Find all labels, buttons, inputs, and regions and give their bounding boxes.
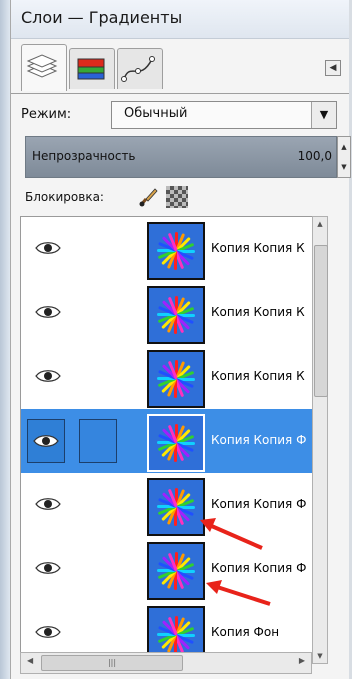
- lock-label: Блокировка:: [25, 190, 104, 204]
- tabs-divider: [11, 93, 349, 94]
- layer-name: Копия Копия К: [211, 241, 305, 255]
- mode-row: Режим: Обычный ▼: [11, 98, 349, 132]
- mode-value: Обычный: [124, 106, 188, 121]
- layer-thumbnail[interactable]: [147, 414, 205, 472]
- spin-down-icon[interactable]: ▼: [338, 157, 350, 177]
- eye-icon[interactable]: [35, 559, 61, 577]
- layer-row[interactable]: Копия Копия Ф: [21, 537, 325, 601]
- mode-label: Режим:: [21, 107, 72, 122]
- title-bar: Слои — Градиенты: [11, 0, 349, 39]
- vertical-scrollbar[interactable]: ▲ ▼: [312, 216, 328, 664]
- scroll-up-icon[interactable]: ▲: [313, 217, 327, 231]
- tab-channels[interactable]: [69, 48, 115, 89]
- eye-icon[interactable]: [35, 367, 61, 385]
- layer-row[interactable]: Копия Копия К: [21, 217, 325, 281]
- layer-thumbnail[interactable]: [147, 350, 205, 408]
- scroll-down-icon[interactable]: ▼: [313, 649, 327, 663]
- vertical-scroll-thumb[interactable]: [314, 245, 328, 397]
- layer-name: Копия Копия К: [211, 305, 305, 319]
- dock-tabs: ◀: [11, 38, 349, 94]
- eye-icon[interactable]: [35, 239, 61, 257]
- opacity-value: 100,0: [297, 149, 332, 163]
- lock-pixels-brush-icon[interactable]: [137, 186, 159, 208]
- layer-name: Копия Копия Ф: [211, 561, 307, 575]
- layer-row[interactable]: Копия Копия Ф: [21, 409, 325, 473]
- tab-layers[interactable]: [21, 44, 67, 91]
- chevron-down-icon: ▼: [311, 102, 336, 128]
- lock-alpha-icon[interactable]: [166, 186, 188, 208]
- scroll-left-icon[interactable]: ◀: [27, 656, 33, 665]
- left-window-edge: [0, 0, 10, 679]
- layer-name: Копия Копия Ф: [211, 497, 307, 511]
- tab-menu-icon: ◀: [329, 63, 337, 73]
- lock-row: Блокировка:: [11, 180, 349, 214]
- opacity-slider[interactable]: Непрозрачность 100,0: [25, 136, 337, 178]
- layer-thumbnail[interactable]: [147, 478, 205, 536]
- layer-name: Копия Копия К: [211, 369, 305, 383]
- opacity-row: Непрозрачность 100,0 ▲ ▼: [25, 136, 351, 178]
- eye-icon[interactable]: [35, 623, 61, 641]
- layer-name: Копия Фон: [211, 625, 280, 639]
- mode-select[interactable]: Обычный ▼: [111, 101, 337, 129]
- channels-icon: [77, 58, 105, 80]
- horizontal-scrollbar[interactable]: ◀ ||| ▶: [20, 652, 312, 674]
- tab-menu-button[interactable]: ◀: [325, 60, 341, 76]
- opacity-spin-buttons[interactable]: ▲ ▼: [337, 136, 351, 178]
- eye-icon[interactable]: [27, 419, 65, 463]
- tab-paths[interactable]: [117, 48, 163, 89]
- layer-row[interactable]: Копия Копия Ф: [21, 473, 325, 537]
- paths-icon: [121, 56, 155, 82]
- layer-list: Копия Копия К Копия Копия К Копия Копия К К…: [20, 216, 326, 664]
- layer-thumbnail[interactable]: [147, 542, 205, 600]
- layer-row[interactable]: Копия Копия К: [21, 281, 325, 345]
- layers-icon: [26, 54, 58, 78]
- opacity-label: Непрозрачность: [32, 149, 136, 163]
- layer-thumbnail[interactable]: [147, 286, 205, 344]
- layer-row[interactable]: Копия Копия К: [21, 345, 325, 409]
- eye-icon[interactable]: [35, 495, 61, 513]
- scroll-right-icon[interactable]: ▶: [299, 656, 305, 665]
- spin-up-icon[interactable]: ▲: [338, 137, 350, 157]
- chain-link-toggle[interactable]: [79, 419, 117, 463]
- window-title: Слои — Градиенты: [21, 8, 183, 27]
- layer-name: Копия Копия Ф: [211, 433, 307, 447]
- layer-thumbnail[interactable]: [147, 222, 205, 280]
- horizontal-scroll-thumb[interactable]: |||: [41, 655, 183, 671]
- eye-icon[interactable]: [35, 303, 61, 321]
